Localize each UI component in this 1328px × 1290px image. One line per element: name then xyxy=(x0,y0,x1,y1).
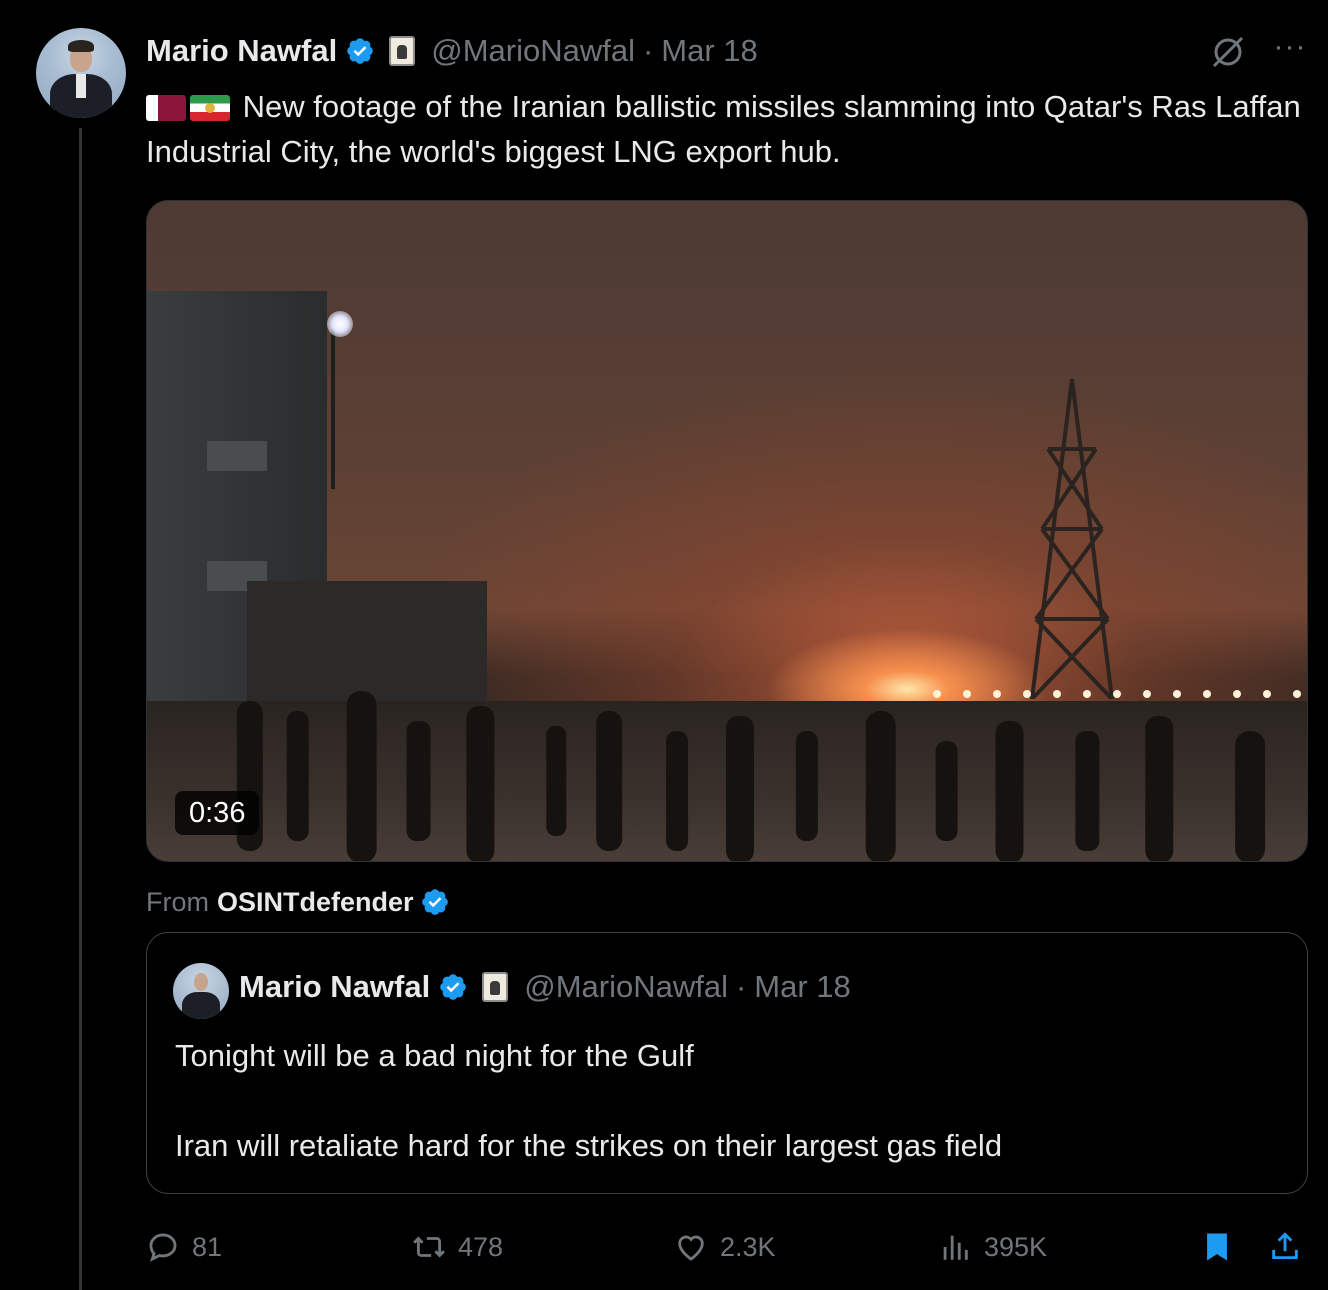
verified-badge-icon xyxy=(421,889,448,915)
separator: · xyxy=(642,33,654,68)
quoted-tweet-text: Tonight will be a bad night for the Gulf… xyxy=(175,1033,1275,1168)
grok-icon[interactable] xyxy=(1208,32,1248,72)
attribution-prefix: From xyxy=(146,886,209,917)
tweet-header: Mario Nawfal @MarioNawfal · Mar 18 xyxy=(146,30,758,72)
quoted-tweet-date[interactable]: Mar 18 xyxy=(754,969,850,1005)
share-button[interactable] xyxy=(1268,1222,1314,1272)
repost-icon xyxy=(413,1236,445,1258)
quoted-author-avatar[interactable] xyxy=(173,963,229,1019)
video-frame-pylon xyxy=(1030,379,1114,699)
like-button[interactable]: 2.3K xyxy=(674,1222,776,1272)
reply-button[interactable]: 81 xyxy=(146,1222,222,1272)
views-icon xyxy=(943,1235,968,1260)
heart-icon xyxy=(678,1235,704,1261)
repost-count: 478 xyxy=(458,1231,504,1262)
quoted-tweet-line: Tonight will be a bad night for the Gulf xyxy=(175,1038,694,1073)
affiliate-badge-icon[interactable] xyxy=(389,36,416,66)
repost-button[interactable]: 478 xyxy=(412,1222,503,1272)
video-player[interactable]: 0:36 xyxy=(146,200,1308,862)
thread-line xyxy=(79,128,82,1290)
verified-badge-icon xyxy=(347,38,374,64)
quoted-author-handle[interactable]: @MarioNawfal xyxy=(524,969,728,1005)
iran-flag-icon xyxy=(190,95,230,121)
reply-count: 81 xyxy=(192,1231,223,1262)
author-name[interactable]: Mario Nawfal xyxy=(146,33,337,69)
like-count: 2.3K xyxy=(720,1231,776,1262)
tweet-body: New footage of the Iranian ballistic mis… xyxy=(146,89,1301,169)
tweet-actions: 81 478 2.3K 395K xyxy=(146,1222,1308,1272)
quoted-tweet-header: Mario Nawfal @MarioNawfal · Mar 18 xyxy=(239,967,851,1007)
tweet-text: New footage of the Iranian ballistic mis… xyxy=(146,84,1306,174)
author-avatar[interactable] xyxy=(36,28,126,118)
bookmark-icon xyxy=(1207,1233,1227,1261)
bookmark-button[interactable] xyxy=(1200,1222,1246,1272)
quoted-tweet-line: Iran will retaliate hard for the strikes… xyxy=(175,1128,1003,1163)
media-attribution: From OSINTdefender xyxy=(146,882,450,922)
video-frame-crowd xyxy=(236,691,1266,861)
views-count: 395K xyxy=(984,1231,1048,1262)
reply-icon xyxy=(149,1233,177,1262)
verified-badge-icon xyxy=(440,974,467,1000)
video-duration: 0:36 xyxy=(175,791,260,835)
quoted-tweet[interactable]: Mario Nawfal @MarioNawfal · Mar 18 Tonig… xyxy=(146,932,1308,1194)
author-handle[interactable]: @MarioNawfal xyxy=(431,33,635,69)
views-button[interactable]: 395K xyxy=(938,1222,1047,1272)
qatar-flag-icon xyxy=(146,95,186,121)
separator: · xyxy=(735,969,747,1004)
attribution-source-link[interactable]: OSINTdefender xyxy=(217,887,414,918)
affiliate-badge-icon[interactable] xyxy=(482,972,509,1002)
more-options-button[interactable]: ··· xyxy=(1270,32,1310,72)
quoted-author-name[interactable]: Mario Nawfal xyxy=(239,969,430,1005)
tweet-date[interactable]: Mar 18 xyxy=(661,33,757,69)
video-frame-light xyxy=(327,311,353,337)
share-icon xyxy=(1272,1232,1298,1260)
